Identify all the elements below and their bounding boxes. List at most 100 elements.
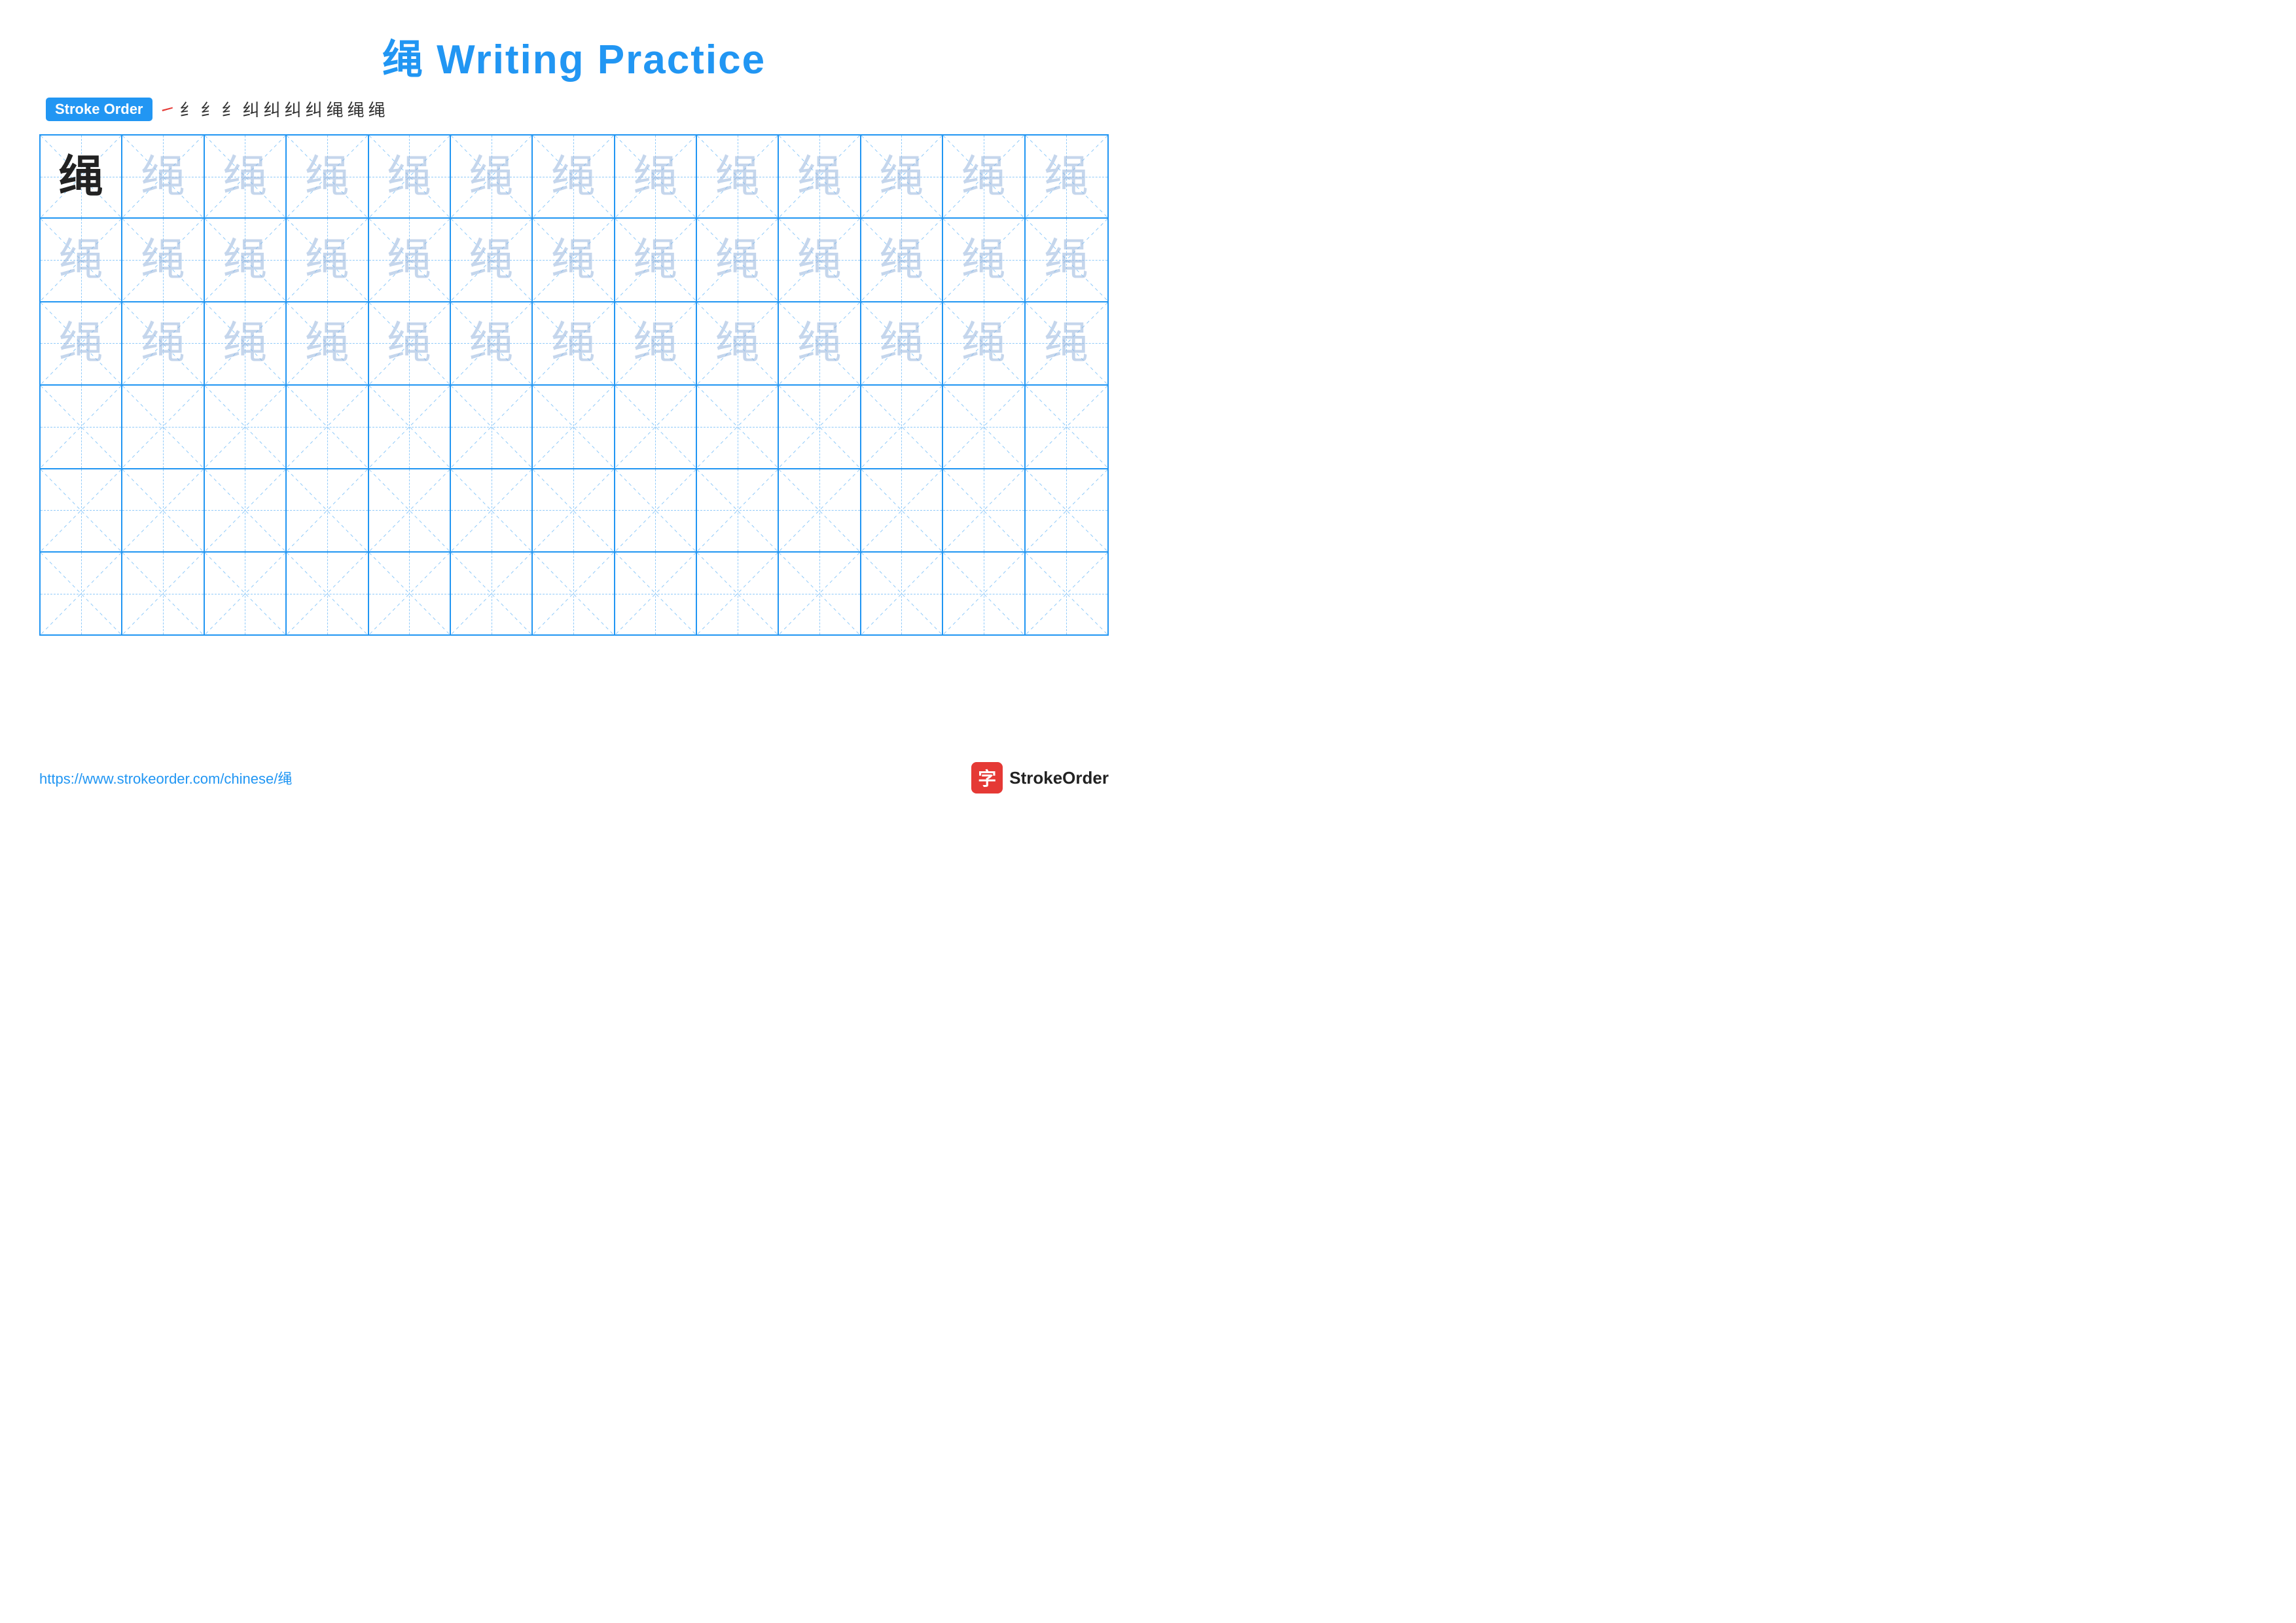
title-chinese: 绳 <box>382 37 424 82</box>
page-title: 绳 Writing Practice <box>39 26 1109 85</box>
cell-guidelines <box>287 386 367 467</box>
practice-char: 绳 <box>223 155 267 199</box>
grid-cell-4-4 <box>369 469 451 551</box>
cell-guidelines <box>205 386 285 467</box>
stroke-step-5: 纠 <box>264 97 281 121</box>
grid-cell-3-0 <box>41 386 122 467</box>
grid-cell-4-0 <box>41 469 122 551</box>
practice-char: 绳 <box>961 155 1006 199</box>
stroke-step-7: 纠 <box>306 97 323 121</box>
footer-url: https://www.strokeorder.com/chinese/绳 <box>39 767 292 788</box>
grid-cell-0-4: 绳 <box>369 136 451 217</box>
cell-guidelines <box>779 553 859 634</box>
cell-guidelines <box>779 469 859 551</box>
grid-cell-4-3 <box>287 469 368 551</box>
grid-cell-2-5: 绳 <box>451 302 533 384</box>
stroke-step-8: 绳 <box>327 97 344 121</box>
cell-guidelines <box>369 469 450 551</box>
grid-cell-3-9 <box>779 386 861 467</box>
cell-guidelines <box>1026 553 1107 634</box>
grid-cell-2-7: 绳 <box>615 302 697 384</box>
practice-char: 绳 <box>961 238 1006 282</box>
grid-cell-4-10 <box>861 469 943 551</box>
grid-cell-3-6 <box>533 386 615 467</box>
grid-cell-3-7 <box>615 386 697 467</box>
grid-cell-1-5: 绳 <box>451 219 533 301</box>
grid-cell-0-1: 绳 <box>122 136 204 217</box>
grid-row-2: 绳 绳 绳 绳 绳 绳 绳 绳 <box>41 302 1107 386</box>
grid-cell-0-6: 绳 <box>533 136 615 217</box>
grid-cell-4-11 <box>943 469 1025 551</box>
practice-char: 绳 <box>223 238 267 282</box>
page: 绳 Writing Practice Stroke Order ㇀纟纟纟纠纠纠纠… <box>0 0 1148 812</box>
practice-char: 绳 <box>469 238 514 282</box>
grid-row-5 <box>41 553 1107 634</box>
grid-cell-5-12 <box>1026 553 1107 634</box>
grid-cell-1-0: 绳 <box>41 219 122 301</box>
grid-cell-5-0 <box>41 553 122 634</box>
practice-char: 绳 <box>387 155 431 199</box>
practice-char: 绳 <box>797 238 842 282</box>
cell-guidelines <box>1026 386 1107 467</box>
practice-char: 绳 <box>797 321 842 365</box>
grid-row-3 <box>41 386 1107 469</box>
cell-guidelines <box>943 553 1024 634</box>
grid-cell-5-2 <box>205 553 287 634</box>
practice-char: 绳 <box>633 321 677 365</box>
grid-cell-0-11: 绳 <box>943 136 1025 217</box>
cell-guidelines <box>41 553 121 634</box>
practice-char: 绳 <box>1044 238 1088 282</box>
stroke-step-1: 纟 <box>180 97 197 121</box>
grid-cell-1-4: 绳 <box>369 219 451 301</box>
title-text: Writing Practice <box>424 37 766 82</box>
grid-cell-2-2: 绳 <box>205 302 287 384</box>
cell-guidelines <box>943 386 1024 467</box>
grid-cell-1-10: 绳 <box>861 219 943 301</box>
practice-char: 绳 <box>305 238 350 282</box>
stroke-step-10: 绳 <box>368 97 386 121</box>
practice-char: 绳 <box>551 238 596 282</box>
cell-guidelines <box>861 469 942 551</box>
practice-char: 绳 <box>879 321 924 365</box>
grid-row-1: 绳 绳 绳 绳 绳 绳 绳 绳 <box>41 219 1107 302</box>
grid-cell-5-7 <box>615 553 697 634</box>
grid-cell-1-7: 绳 <box>615 219 697 301</box>
stroke-order-badge: Stroke Order <box>46 98 152 121</box>
grid-cell-5-4 <box>369 553 451 634</box>
cell-guidelines <box>697 469 778 551</box>
stroke-step-4: 纠 <box>243 97 260 121</box>
practice-char: 绳 <box>387 321 431 365</box>
stroke-steps: ㇀纟纟纟纠纠纠纠绳绳绳 <box>159 97 386 121</box>
grid-cell-5-11 <box>943 553 1025 634</box>
grid-cell-0-7: 绳 <box>615 136 697 217</box>
practice-char: 绳 <box>633 238 677 282</box>
grid-cell-5-5 <box>451 553 533 634</box>
cell-guidelines <box>615 469 696 551</box>
grid-cell-1-1: 绳 <box>122 219 204 301</box>
cell-guidelines <box>861 386 942 467</box>
grid-cell-3-4 <box>369 386 451 467</box>
grid-cell-5-3 <box>287 553 368 634</box>
grid-cell-2-8: 绳 <box>697 302 779 384</box>
grid-cell-0-8: 绳 <box>697 136 779 217</box>
grid-cell-4-12 <box>1026 469 1107 551</box>
grid-row-4 <box>41 469 1107 553</box>
grid-cell-0-2: 绳 <box>205 136 287 217</box>
practice-char: 绳 <box>715 321 760 365</box>
grid-cell-2-9: 绳 <box>779 302 861 384</box>
grid-cell-4-5 <box>451 469 533 551</box>
practice-char: 绳 <box>59 321 103 365</box>
grid-cell-0-3: 绳 <box>287 136 368 217</box>
cell-guidelines <box>287 469 367 551</box>
grid-cell-5-9 <box>779 553 861 634</box>
cell-guidelines <box>369 386 450 467</box>
cell-guidelines <box>451 386 531 467</box>
cell-guidelines <box>122 386 203 467</box>
grid-cell-2-12: 绳 <box>1026 302 1107 384</box>
cell-guidelines <box>451 553 531 634</box>
grid-cell-4-2 <box>205 469 287 551</box>
cell-guidelines <box>41 469 121 551</box>
practice-char: 绳 <box>141 238 185 282</box>
stroke-step-3: 纟 <box>222 97 239 121</box>
cell-guidelines <box>697 553 778 634</box>
